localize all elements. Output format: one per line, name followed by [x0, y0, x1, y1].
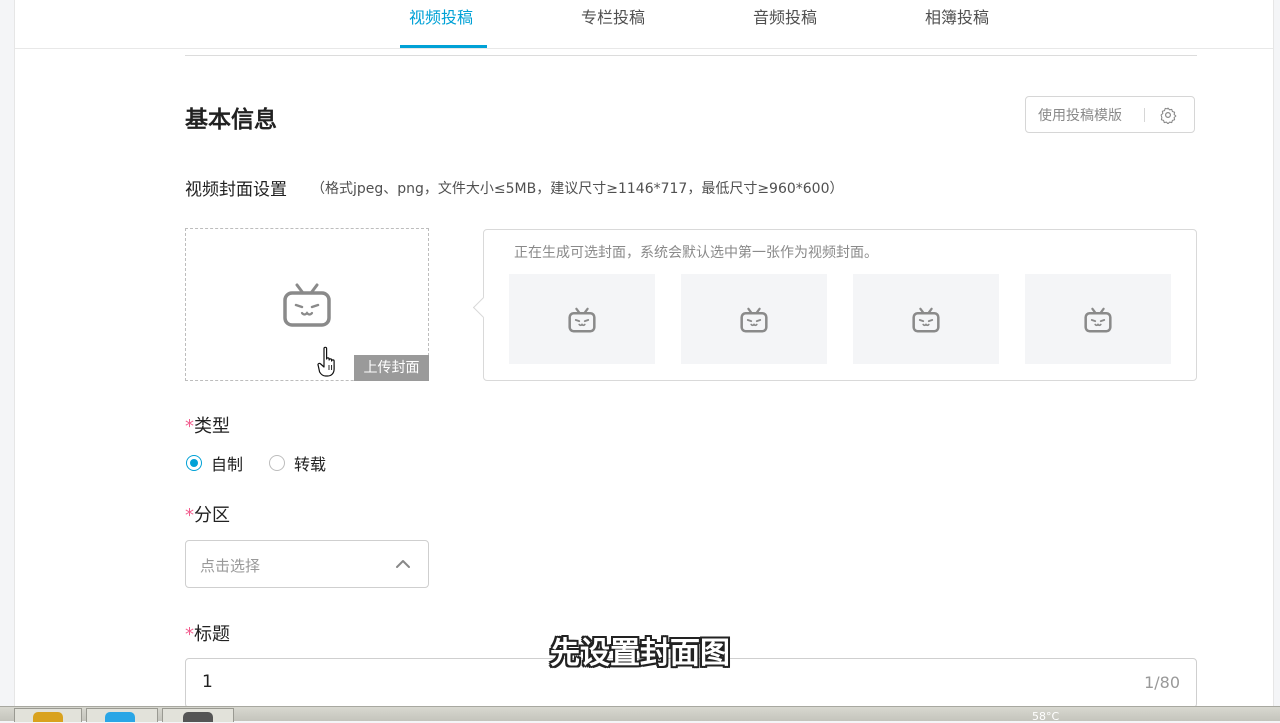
radio-repost-label: 转载: [294, 455, 327, 474]
button-separator: [1144, 107, 1145, 122]
category-label-text: 分区: [194, 505, 230, 526]
windows-taskbar: 58°C: [0, 706, 1280, 723]
cover-format-hint: （格式jpeg、png，文件大小≤5MB，建议尺寸≥1146*717，最低尺寸≥…: [311, 181, 844, 197]
type-label-text: 类型: [194, 416, 230, 437]
type-radio-group: 自制 转载: [186, 451, 352, 475]
title-input-value[interactable]: 1: [202, 672, 213, 692]
radio-original[interactable]: 自制: [186, 451, 243, 475]
tab-video-upload[interactable]: 视频投稿: [409, 0, 473, 48]
windows-logo-icon: [33, 712, 63, 722]
tv-placeholder-icon: [740, 307, 768, 333]
cover-upload-area[interactable]: 上传封面: [185, 228, 429, 381]
tray-temperature: 58°C: [1032, 710, 1060, 723]
category-select-placeholder: 点击选择: [200, 557, 261, 575]
section-title-basic-info: 基本信息: [185, 107, 277, 133]
tab-album-upload[interactable]: 相簿投稿: [925, 0, 989, 48]
required-mark: *: [185, 505, 194, 526]
radio-original-label: 自制: [211, 455, 244, 474]
cover-thumbnail[interactable]: [681, 274, 827, 364]
upload-type-tabs: 视频投稿 专栏投稿 音频投稿 相簿投稿: [15, 0, 1273, 49]
section-divider: [185, 55, 1197, 56]
type-field-label: *类型: [185, 412, 230, 438]
gear-icon[interactable]: [1159, 106, 1177, 124]
radio-repost[interactable]: 转载: [269, 451, 326, 475]
app-icon: [183, 712, 213, 722]
tv-placeholder-icon: [1084, 307, 1112, 333]
suggested-covers-panel: 正在生成可选封面，系统会默认选中第一张作为视频封面。: [472, 229, 1197, 381]
radio-dot-selected[interactable]: [186, 455, 202, 471]
hand-cursor-icon: [317, 346, 335, 377]
cover-thumbnail[interactable]: [509, 274, 655, 364]
generating-covers-text: 正在生成可选封面，系统会默认选中第一张作为视频封面。: [514, 245, 878, 261]
cover-settings-label: 视频封面设置: [185, 180, 287, 200]
category-select[interactable]: 点击选择: [185, 540, 429, 588]
tv-placeholder-icon: [283, 283, 331, 327]
tab-article-upload[interactable]: 专栏投稿: [581, 0, 645, 48]
category-field-label: *分区: [185, 501, 230, 527]
upload-cover-tag[interactable]: 上传封面: [354, 355, 429, 381]
tv-placeholder-icon: [568, 307, 596, 333]
cover-thumbnail[interactable]: [1025, 274, 1171, 364]
active-tab-indicator: [400, 45, 487, 48]
chevron-up-icon[interactable]: [394, 555, 412, 573]
tab-audio-upload[interactable]: 音频投稿: [753, 0, 817, 48]
title-char-counter: 1/80: [1144, 673, 1180, 692]
use-template-button[interactable]: 使用投稿模版: [1025, 96, 1195, 133]
use-template-label: 使用投稿模版: [1038, 107, 1122, 124]
video-subtitle-overlay: 先设置封面图: [550, 636, 730, 671]
radio-dot[interactable]: [269, 455, 286, 471]
required-mark: *: [185, 416, 194, 437]
tv-placeholder-icon: [912, 307, 940, 333]
cover-thumbnail[interactable]: [853, 274, 999, 364]
upload-page: 视频投稿 专栏投稿 音频投稿 相簿投稿 基本信息 使用投稿模版 视频封面设置 （…: [14, 0, 1274, 708]
panel-pointer-arrow: [472, 296, 495, 319]
app-icon: [105, 712, 135, 722]
